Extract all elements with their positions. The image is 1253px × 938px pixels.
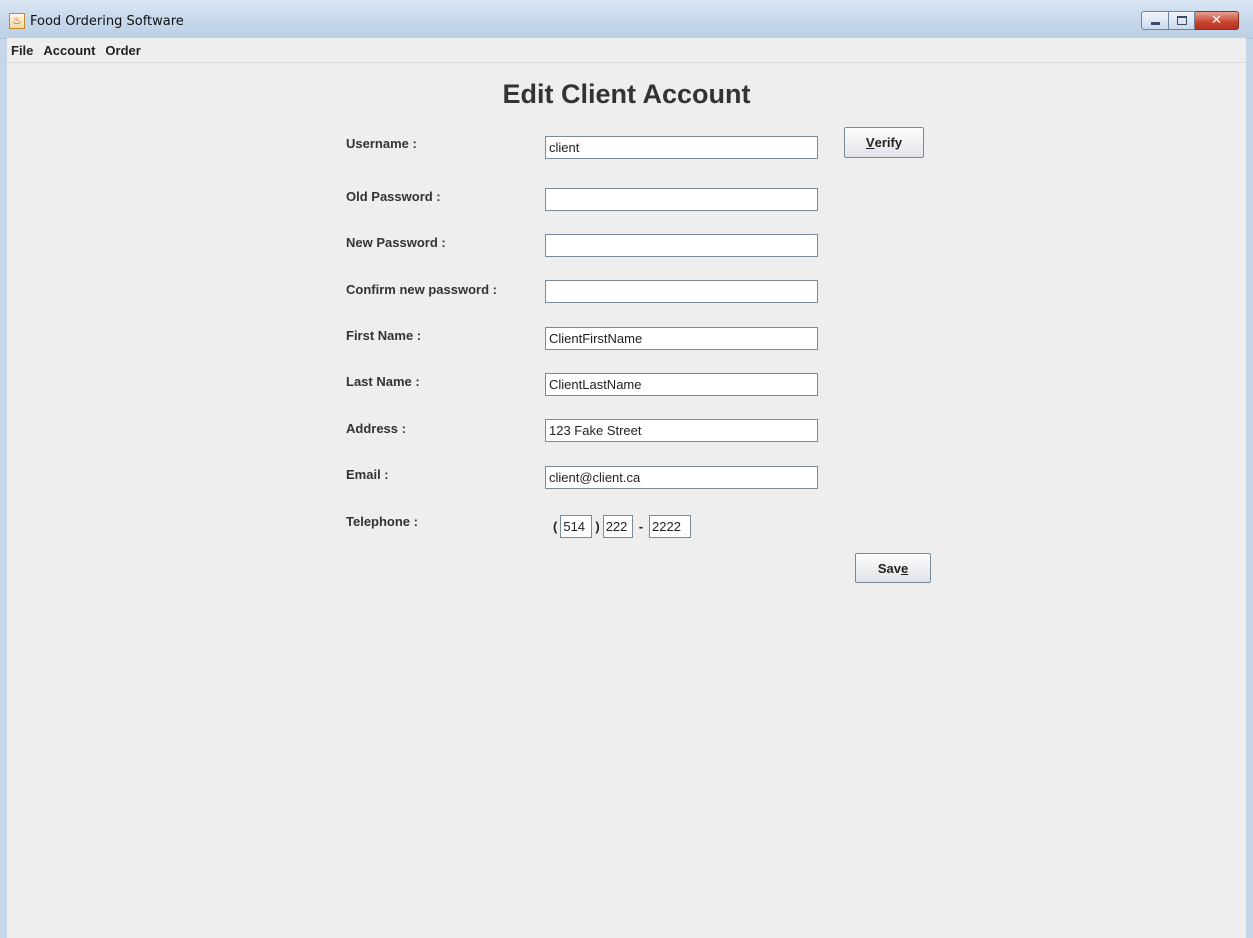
save-mnemonic: e bbox=[900, 560, 909, 576]
window-controls: ✕ bbox=[1141, 11, 1239, 32]
phone-prefix-input[interactable] bbox=[602, 515, 633, 538]
menu-order[interactable]: Order bbox=[100, 43, 145, 58]
new-password-label: New Password : bbox=[346, 235, 446, 250]
username-label: Username : bbox=[346, 136, 417, 151]
java-cup-icon: ♨ bbox=[9, 13, 25, 29]
verify-label-rest: erify bbox=[874, 135, 903, 150]
first-name-label: First Name : bbox=[346, 328, 422, 343]
address-input[interactable] bbox=[545, 419, 818, 442]
old-password-label: Old Password : bbox=[346, 189, 441, 204]
phone-dash: - bbox=[638, 519, 644, 534]
phone-line-input[interactable] bbox=[649, 515, 692, 538]
menu-bar: File Account Order bbox=[7, 38, 1246, 63]
confirm-password-label: Confirm new password : bbox=[346, 282, 497, 297]
maximize-icon bbox=[1176, 16, 1187, 25]
menu-file[interactable]: File bbox=[7, 43, 38, 58]
title-bar[interactable]: ♨ Food Ordering Software ✕ bbox=[0, 0, 1253, 39]
save-label: Sav bbox=[877, 560, 901, 576]
verify-mnemonic: V bbox=[865, 135, 875, 150]
close-icon: ✕ bbox=[1211, 13, 1222, 28]
phone-open-paren: ( bbox=[553, 519, 558, 534]
address-label: Address : bbox=[346, 421, 406, 436]
old-password-input[interactable] bbox=[545, 188, 818, 211]
maximize-button[interactable] bbox=[1169, 11, 1195, 30]
last-name-input[interactable] bbox=[545, 373, 818, 396]
window-title: Food Ordering Software bbox=[30, 14, 184, 29]
phone-area-code-input[interactable] bbox=[560, 515, 593, 538]
email-label: Email : bbox=[346, 467, 389, 482]
minimize-button[interactable] bbox=[1141, 11, 1169, 30]
minimize-icon bbox=[1150, 22, 1160, 25]
username-input[interactable] bbox=[545, 136, 818, 159]
confirm-password-input[interactable] bbox=[545, 280, 818, 303]
menu-account[interactable]: Account bbox=[38, 43, 100, 58]
save-button[interactable]: Sav e bbox=[855, 553, 931, 583]
last-name-label: Last Name : bbox=[346, 374, 420, 389]
new-password-input[interactable] bbox=[545, 234, 818, 257]
email-input[interactable] bbox=[545, 466, 818, 489]
close-button[interactable]: ✕ bbox=[1195, 11, 1239, 30]
phone-close-paren: ) bbox=[595, 519, 600, 534]
verify-button[interactable]: Verify bbox=[844, 127, 924, 158]
first-name-input[interactable] bbox=[545, 327, 818, 350]
telephone-label: Telephone : bbox=[346, 514, 418, 529]
page-title: Edit Client Account bbox=[502, 79, 751, 109]
telephone-group: ( ) - bbox=[550, 515, 692, 538]
